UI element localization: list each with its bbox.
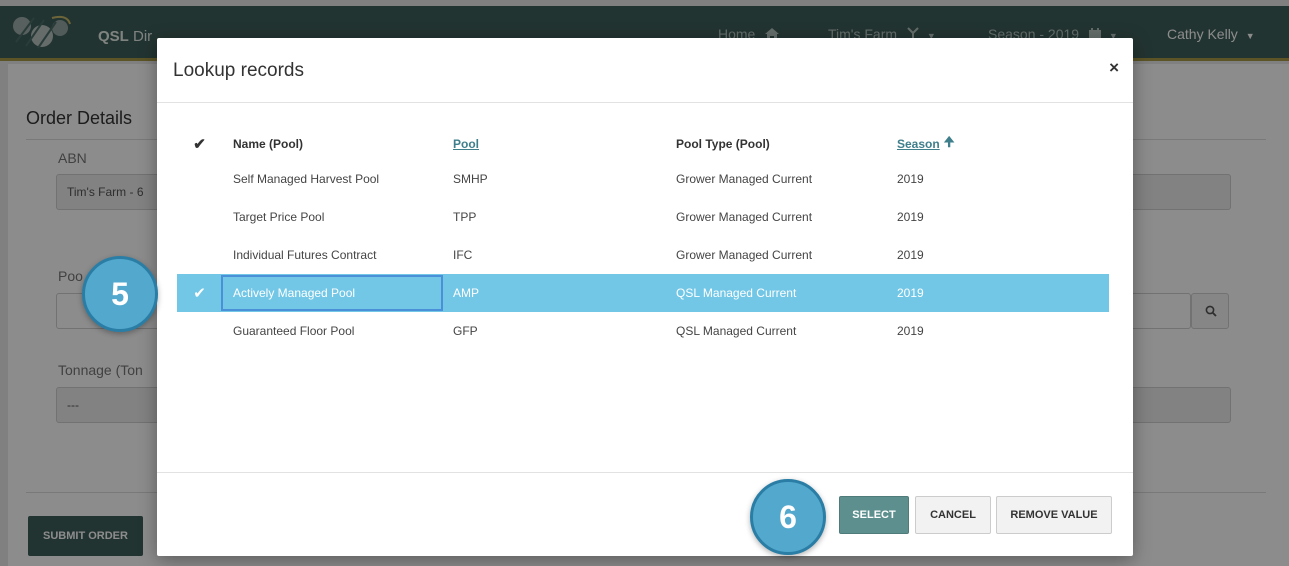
row-name: Guaranteed Floor Pool bbox=[233, 324, 355, 338]
row-season: 2019 bbox=[897, 210, 924, 224]
row-pool: IFC bbox=[453, 248, 473, 262]
row-checkmark-icon[interactable] bbox=[177, 198, 222, 236]
row-name: Individual Futures Contract bbox=[233, 248, 377, 262]
select-all-checkmark-icon[interactable]: ✔ bbox=[177, 128, 222, 160]
row-name: Self Managed Harvest Pool bbox=[233, 172, 380, 186]
row-pool-type: QSL Managed Current bbox=[676, 324, 797, 338]
column-header-name: Name (Pool) bbox=[233, 137, 304, 151]
lookup-records-dialog: Lookup records × ✔ Name (Pool) Pool Pool… bbox=[157, 38, 1133, 556]
row-checkmark-icon[interactable] bbox=[177, 160, 222, 198]
row-pool: GFP bbox=[453, 324, 478, 338]
divider bbox=[157, 102, 1133, 103]
divider bbox=[157, 472, 1133, 473]
grid-header-row: ✔ Name (Pool) Pool Pool Type (Pool) Seas… bbox=[177, 128, 1109, 160]
step-callout: 6 bbox=[750, 479, 826, 555]
table-row-selected[interactable]: ✔ Actively Managed Pool AMP QSL Managed … bbox=[177, 274, 1109, 312]
cancel-button[interactable]: CANCEL bbox=[915, 496, 991, 534]
step-callout: 5 bbox=[82, 256, 158, 332]
row-pool: SMHP bbox=[453, 172, 488, 186]
dialog-title: Lookup records bbox=[173, 60, 304, 81]
select-button[interactable]: SELECT bbox=[839, 496, 909, 534]
column-header-season[interactable]: Season 🠉 bbox=[897, 128, 1017, 160]
row-pool-type: Grower Managed Current bbox=[676, 172, 813, 186]
column-header-pool[interactable]: Pool bbox=[453, 128, 553, 160]
row-checkmark-icon[interactable] bbox=[177, 312, 222, 350]
remove-value-button[interactable]: REMOVE VALUE bbox=[996, 496, 1112, 534]
table-row[interactable]: Individual Futures Contract IFC Grower M… bbox=[177, 236, 1109, 274]
row-season: 2019 bbox=[897, 248, 924, 262]
table-row[interactable]: Target Price Pool TPP Grower Managed Cur… bbox=[177, 198, 1109, 236]
row-checkmark-icon[interactable] bbox=[177, 236, 222, 274]
records-grid: ✔ Name (Pool) Pool Pool Type (Pool) Seas… bbox=[177, 128, 1109, 350]
sort-up-arrow-icon: 🠉 bbox=[943, 134, 955, 149]
column-header-season-label: Season bbox=[897, 137, 940, 151]
table-row[interactable]: Guaranteed Floor Pool GFP QSL Managed Cu… bbox=[177, 312, 1109, 350]
close-icon[interactable]: × bbox=[1109, 58, 1119, 78]
table-row[interactable]: Self Managed Harvest Pool SMHP Grower Ma… bbox=[177, 160, 1109, 198]
column-header-pool-type: Pool Type (Pool) bbox=[676, 137, 770, 151]
row-name: Target Price Pool bbox=[233, 210, 325, 224]
row-season: 2019 bbox=[897, 324, 924, 338]
row-season: 2019 bbox=[897, 286, 924, 300]
row-pool: TPP bbox=[453, 210, 477, 224]
row-season: 2019 bbox=[897, 172, 924, 186]
row-name: Actively Managed Pool bbox=[233, 286, 356, 300]
row-checkmark-icon[interactable]: ✔ bbox=[177, 274, 222, 312]
row-pool-type: Grower Managed Current bbox=[676, 210, 813, 224]
row-pool-type: Grower Managed Current bbox=[676, 248, 813, 262]
row-pool: AMP bbox=[453, 286, 480, 300]
row-pool-type: QSL Managed Current bbox=[676, 286, 797, 300]
